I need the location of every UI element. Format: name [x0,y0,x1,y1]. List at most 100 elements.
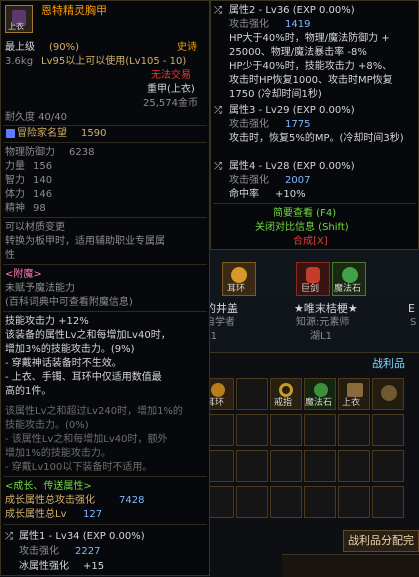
attr3-atk-label: 攻击强化 [229,119,269,130]
side-letter-top: E [408,302,415,315]
item-tooltip-left: 上衣 恩特精灵胸甲 最上级 (90%) 史诗 3.6kg Lv95以上可以使用(… [0,0,210,576]
loot-slot[interactable] [372,486,404,518]
attr1-atk-label: 攻击强化 [19,546,59,557]
attr4-title: 属性4 - Lv28 (EXP 0.00%) [229,161,355,172]
background-icon-greatsword[interactable]: 巨剑 [296,262,330,296]
attr2-atk-label: 攻击强化 [229,19,269,30]
skill-line: 高的1件。 [5,386,52,397]
loot-slot[interactable] [236,486,268,518]
loot-slot[interactable] [304,450,336,482]
attr1-ice-label: 冰属性强化 [19,561,69,572]
skill-line: 增加3%的技能攻击力。(9%) [5,344,135,355]
divider [3,524,207,525]
loot-slot[interactable]: 上衣 [338,378,370,410]
brief-view-button[interactable]: 简要查看 (F4) [273,208,336,220]
skill-dim-line: - 该属性Lv之和每增加Lv40时，额外 [5,434,168,445]
item-title: 恩特精灵胸甲 [41,4,107,17]
stat-value: 146 [33,189,53,200]
player-level-right: 湖L1 [310,331,332,342]
earring-label: 耳环 [227,284,246,294]
stat-label: 力量 [5,161,25,172]
level-requirement: Lv95以上可以使用(Lv105 - 10) [41,56,187,67]
slot-type: 重甲(上衣) [147,84,195,95]
convert-note-line1: 转换为板甲时，适用辅助职业专属属 [5,236,165,247]
distribute-loot-button[interactable]: 战利品分配完 [343,530,419,552]
loot-slot[interactable]: 魔法石 [304,378,336,410]
divider [3,142,207,143]
loot-slot[interactable] [304,414,336,446]
attr4-atk-label: 攻击强化 [229,175,269,186]
shuffle-icon: ⤮ [5,531,13,542]
rarity-label: 史诗 [177,42,197,53]
background-icon-magic-stone[interactable]: 魔法石 [332,262,366,296]
loot-slot[interactable] [236,414,268,446]
loot-slot[interactable] [338,414,370,446]
loot-grid: 耳环 戒指 魔法石 上衣 [202,378,419,528]
loot-item-label: 魔法石 [305,398,333,408]
loot-slot[interactable] [270,414,302,446]
loot-slot[interactable] [270,486,302,518]
loot-slot[interactable] [338,450,370,482]
reputation-value: 1590 [81,128,107,139]
skill-dim-line: - 穿戴Lv100以下装备时不适用。 [5,462,153,473]
loot-slot[interactable] [372,378,404,410]
weight: 3.6kg [5,56,34,67]
skill-line: 该装备的属性Lv之和每增加Lv40时， [5,330,171,341]
magic-stone-icon [314,383,328,397]
loot-title: 战利品 [372,357,405,370]
attr1-ice-value: +15 [83,561,105,572]
greatsword-label: 巨剑 [301,284,320,294]
loot-slot[interactable] [270,450,302,482]
grade-label: 最上级 [5,42,35,53]
loot-slot[interactable] [372,414,404,446]
attr1-atk-value: 2227 [75,546,101,557]
background-icon-earring[interactable]: 耳环 [222,262,256,296]
stat-value: 6238 [69,147,95,158]
synthesis-button[interactable]: 合成[X] [293,236,328,248]
enchant-hint: (百科词典中可查看附魔信息) [5,297,133,308]
loot-slot[interactable] [236,450,268,482]
skill-dim-line: 增加1%的技能攻击力。 [5,448,111,459]
stat-value: 156 [33,161,53,172]
earring-icon [211,383,225,397]
item-tooltip-right: ⤮ 属性2 - Lv36 (EXP 0.00%) 攻击强化 1419 HP大于4… [210,0,419,250]
bottom-item-strip [282,554,419,577]
skill-line: 技能攻击力 +12% [5,316,89,327]
enchant-header: <附魔> [5,269,42,280]
attr2-atk-value: 1419 [285,19,311,30]
divider [3,476,207,477]
attr3-line: 攻击时，恢复5%的MP。(冷却时间3秒) [229,133,404,144]
attr4-hit-value: +10% [275,189,306,200]
magic-stone-icon [342,267,358,283]
attr4-hit-label: 命中率 [229,189,259,200]
loot-slot[interactable] [372,450,404,482]
stat-label: 精神 [5,203,25,214]
skill-line: - 穿戴神话装备时不生效。 [5,358,122,369]
loot-item-label: 戒指 [274,398,293,408]
loot-slot[interactable] [338,486,370,518]
divider [3,311,207,312]
stat-value: 140 [33,175,53,186]
attr2-line: HP少于40%时，技能攻击力 +8%、 [229,61,393,72]
skill-dim-line: 该属性Lv之和超过Lv240时，增加1%的 [5,406,183,417]
close-compare-button[interactable]: 关闭对比信息 (Shift) [255,222,349,234]
loot-slot[interactable] [236,378,268,410]
sell-price: 25,574金币 [143,98,198,109]
divider [213,203,416,204]
item-icon: 上衣 [5,5,33,33]
reputation-label: 冒险家名望 [17,128,67,139]
attr1-title: 属性1 - Lv34 (EXP 0.00%) [19,531,145,542]
grade-percent: (90%) [49,42,80,53]
player-title-right: 知源:元素师 [296,317,350,328]
loot-slot[interactable] [304,486,336,518]
attr3-atk-value: 1775 [285,119,311,130]
loot-item-label: 上衣 [342,398,361,408]
loot-slot[interactable]: 戒指 [270,378,302,410]
growth-total-value: 7428 [119,495,145,506]
stat-value: 98 [33,203,46,214]
attr2-line: 1750 (冷却时间1秒) [229,89,322,100]
top-armor-icon [347,383,363,397]
stat-label: 物理防御力 [5,147,55,158]
earring-icon [231,267,247,283]
convert-note-line2: 性 [5,250,15,261]
